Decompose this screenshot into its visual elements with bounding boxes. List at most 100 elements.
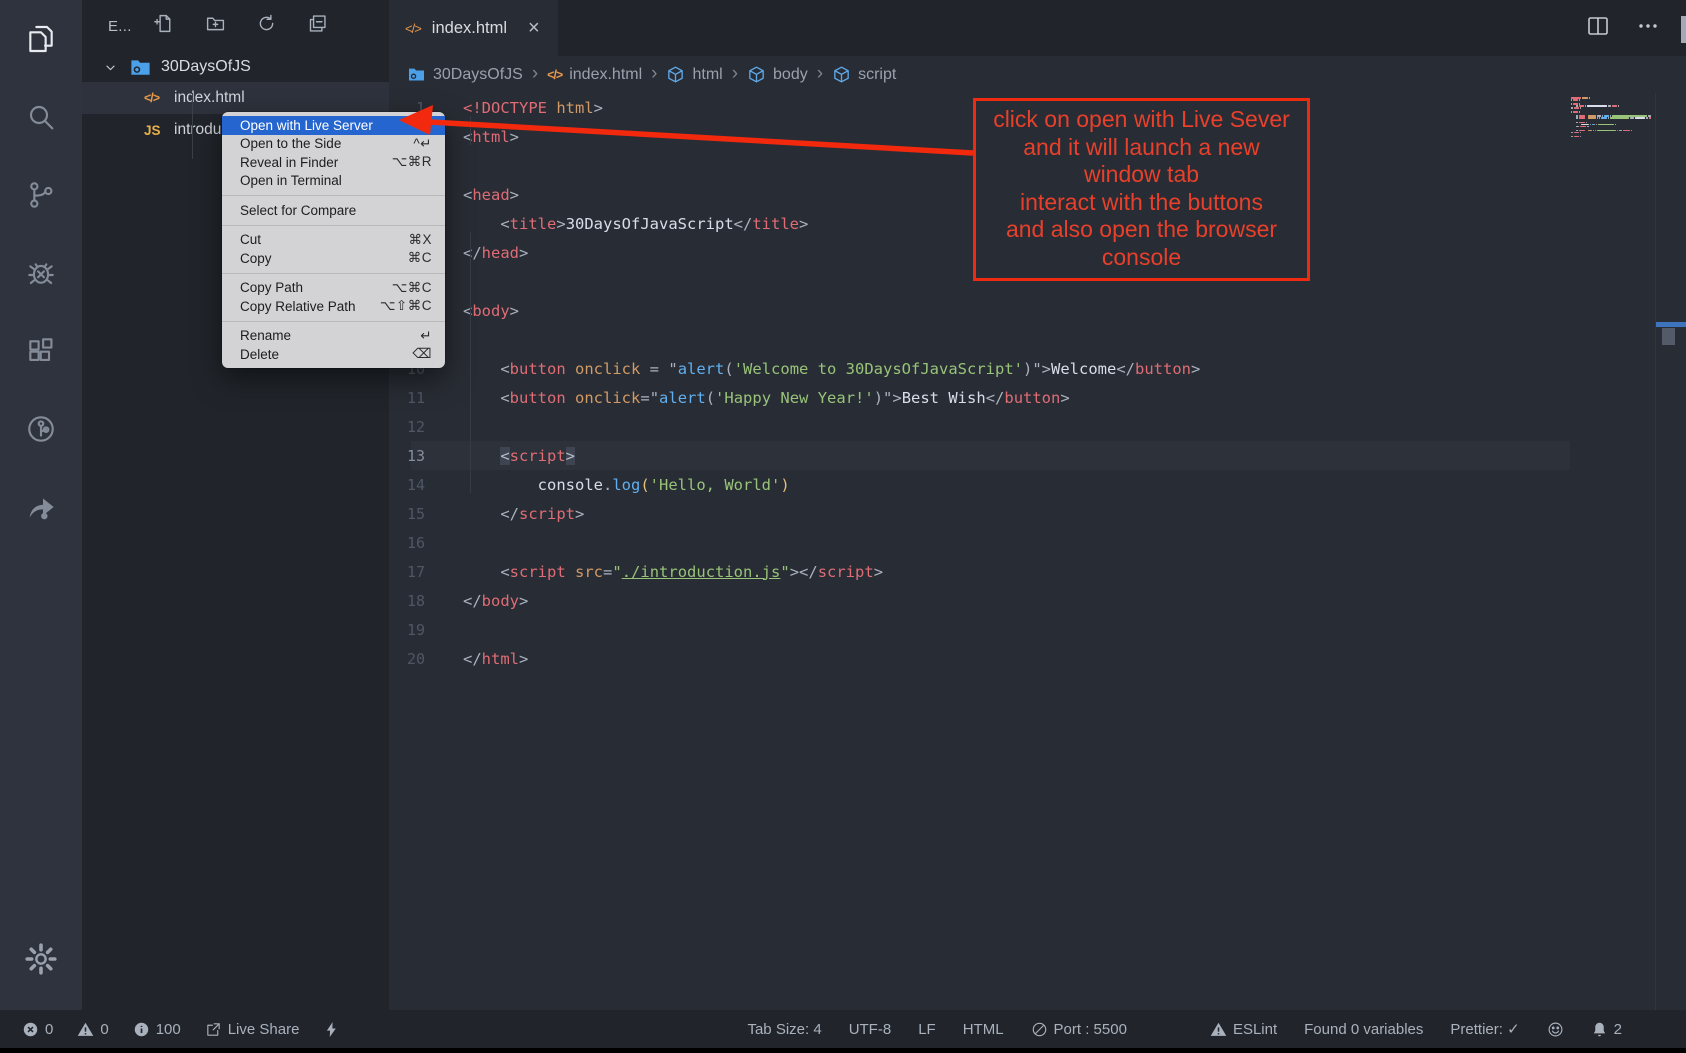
status-eslint[interactable]: ESLint: [1210, 1021, 1277, 1038]
breadcrumb-item-index-html[interactable]: </>index.html: [547, 66, 642, 84]
annotation-text-line: and also open the browser: [976, 216, 1307, 244]
menu-separator: [222, 195, 445, 196]
code-line-15[interactable]: 15 </script>: [389, 499, 1686, 528]
breadcrumb-label: script: [858, 66, 896, 84]
code-line-12[interactable]: 12: [389, 412, 1686, 441]
code-line-20[interactable]: 20</html>: [389, 644, 1686, 673]
tree-indent-guide: [192, 93, 193, 159]
tab-index-html[interactable]: </> index.html ×: [389, 0, 558, 56]
context-menu-item-open-with-live-server[interactable]: Open with Live Server: [222, 116, 445, 135]
warning-triangle-icon: [77, 1021, 94, 1038]
more-actions-icon[interactable]: [1636, 14, 1660, 43]
annotation-text-line: window tab: [976, 161, 1307, 189]
context-menu-item-copy-path[interactable]: Copy Path⌥⌘C: [222, 279, 445, 298]
context-menu-item-delete[interactable]: Delete⌫: [222, 345, 445, 364]
code-line-13[interactable]: 13 <script>: [389, 441, 1686, 470]
split-editor-icon[interactable]: [1586, 14, 1610, 43]
code-line-8[interactable]: 8<body>: [389, 296, 1686, 325]
menu-item-label: Copy Relative Path: [240, 299, 356, 314]
code-line-9[interactable]: 9: [389, 325, 1686, 354]
status-smiley[interactable]: [1547, 1021, 1564, 1038]
code-line-19[interactable]: 19: [389, 615, 1686, 644]
live-share-icon[interactable]: [0, 468, 82, 546]
chevron-down-icon[interactable]: [102, 59, 119, 76]
new-folder-icon[interactable]: [205, 13, 226, 39]
context-menu-item-reveal-in-finder[interactable]: Reveal in Finder⌥⌘R: [222, 153, 445, 172]
context-menu-item-copy[interactable]: Copy⌘C: [222, 249, 445, 268]
refresh-icon[interactable]: [256, 13, 277, 39]
context-menu-item-rename[interactable]: Rename↵: [222, 327, 445, 346]
status-bar: 0 0 100 Live Share Tab Size: 4 UTF-8 LF HTML Po…: [0, 1010, 1686, 1048]
tree-folder-30daysofjs[interactable]: 30DaysOfJS: [82, 52, 389, 82]
code-text: console.log('Hello, World'): [425, 476, 790, 494]
status-prettier[interactable]: Prettier: ✓: [1450, 1020, 1519, 1038]
activity-bar: [0, 0, 82, 1010]
smiley-icon: [1547, 1021, 1564, 1038]
breadcrumb-item-html[interactable]: html: [666, 65, 722, 84]
status-utf-8[interactable]: UTF-8: [849, 1021, 892, 1038]
annotation-text-line: interact with the buttons: [976, 189, 1307, 217]
code-line-11[interactable]: 11 <button onclick="alert('Happy New Yea…: [389, 383, 1686, 412]
extensions-icon[interactable]: [0, 312, 82, 390]
status-label: Live Share: [228, 1021, 300, 1038]
search-icon[interactable]: [0, 78, 82, 156]
status-lightning[interactable]: [323, 1021, 340, 1038]
editor-scrollbar-thumb[interactable]: [1662, 328, 1675, 345]
scrollbar-corner: [1681, 16, 1686, 43]
breadcrumb-item-30daysofjs[interactable]: 30DaysOfJS: [407, 65, 523, 84]
menu-item-label: Cut: [240, 232, 261, 247]
source-control-icon[interactable]: [0, 156, 82, 234]
status-html[interactable]: HTML: [963, 1021, 1004, 1038]
context-menu-item-open-to-the-side[interactable]: Open to the Side^↵: [222, 135, 445, 154]
code-line-14[interactable]: 14 console.log('Hello, World'): [389, 470, 1686, 499]
collapse-all-icon[interactable]: [307, 13, 328, 39]
context-menu-item-open-in-terminal[interactable]: Open in Terminal: [222, 172, 445, 191]
tree-file-index-html[interactable]: </>index.html: [82, 82, 389, 114]
status-100[interactable]: 100: [133, 1021, 181, 1038]
status-tab-size-4[interactable]: Tab Size: 4: [747, 1021, 821, 1038]
breadcrumb-item-script[interactable]: script: [832, 65, 896, 84]
context-menu-item-copy-relative-path[interactable]: Copy Relative Path⌥⇧⌘C: [222, 297, 445, 316]
status-0[interactable]: 0: [22, 1021, 53, 1038]
breadcrumb-separator: ›: [732, 63, 738, 85]
status-label: Prettier: ✓: [1450, 1020, 1519, 1038]
gitlens-icon[interactable]: [0, 390, 82, 468]
context-menu-item-select-for-compare[interactable]: Select for Compare: [222, 201, 445, 220]
annotation-text-line: and it will launch a new: [976, 134, 1307, 162]
code-text: </script>: [425, 505, 584, 523]
folder-icon: [129, 56, 152, 79]
folder-label: 30DaysOfJS: [161, 58, 251, 76]
code-text: <script src="./introduction.js"></script…: [425, 563, 883, 581]
run-debug-icon[interactable]: [0, 234, 82, 312]
status-0[interactable]: 0: [77, 1021, 108, 1038]
js-file-icon: JS: [144, 123, 174, 138]
status-found-0-variables[interactable]: Found 0 variables: [1304, 1021, 1423, 1038]
breadcrumb-label: index.html: [569, 66, 642, 84]
code-line-10[interactable]: 10 <button onclick = "alert('Welcome to …: [389, 354, 1686, 383]
code-line-17[interactable]: 17 <script src="./introduction.js"></scr…: [389, 557, 1686, 586]
line-number: 20: [389, 650, 425, 668]
status-port-5500[interactable]: Port : 5500: [1031, 1021, 1127, 1038]
settings-icon[interactable]: [23, 941, 59, 982]
code-text: <title>30DaysOfJavaScript</title>: [425, 215, 808, 233]
line-number: 16: [389, 534, 425, 552]
new-file-icon[interactable]: [154, 13, 175, 39]
code-line-16[interactable]: 16: [389, 528, 1686, 557]
menu-item-label: Copy: [240, 251, 272, 266]
status-label: 0: [100, 1021, 108, 1038]
menu-separator: [222, 321, 445, 322]
status-label: HTML: [963, 1021, 1004, 1038]
tab-close-icon[interactable]: ×: [528, 18, 540, 38]
explorer-icon[interactable]: [0, 0, 82, 78]
status-live-share[interactable]: Live Share: [205, 1021, 300, 1038]
status-lf[interactable]: LF: [918, 1021, 936, 1038]
menu-item-shortcut: ⌥⌘C: [392, 280, 432, 296]
code-line-18[interactable]: 18</body>: [389, 586, 1686, 615]
minimap[interactable]: [1571, 97, 1651, 141]
sidebar-title: E...: [108, 18, 132, 35]
line-number: 13: [389, 447, 425, 465]
status-2[interactable]: 2: [1591, 1021, 1622, 1038]
context-menu-item-cut[interactable]: Cut⌘X: [222, 231, 445, 250]
file-label: index.html: [174, 89, 245, 107]
breadcrumb-item-body[interactable]: body: [747, 65, 808, 84]
